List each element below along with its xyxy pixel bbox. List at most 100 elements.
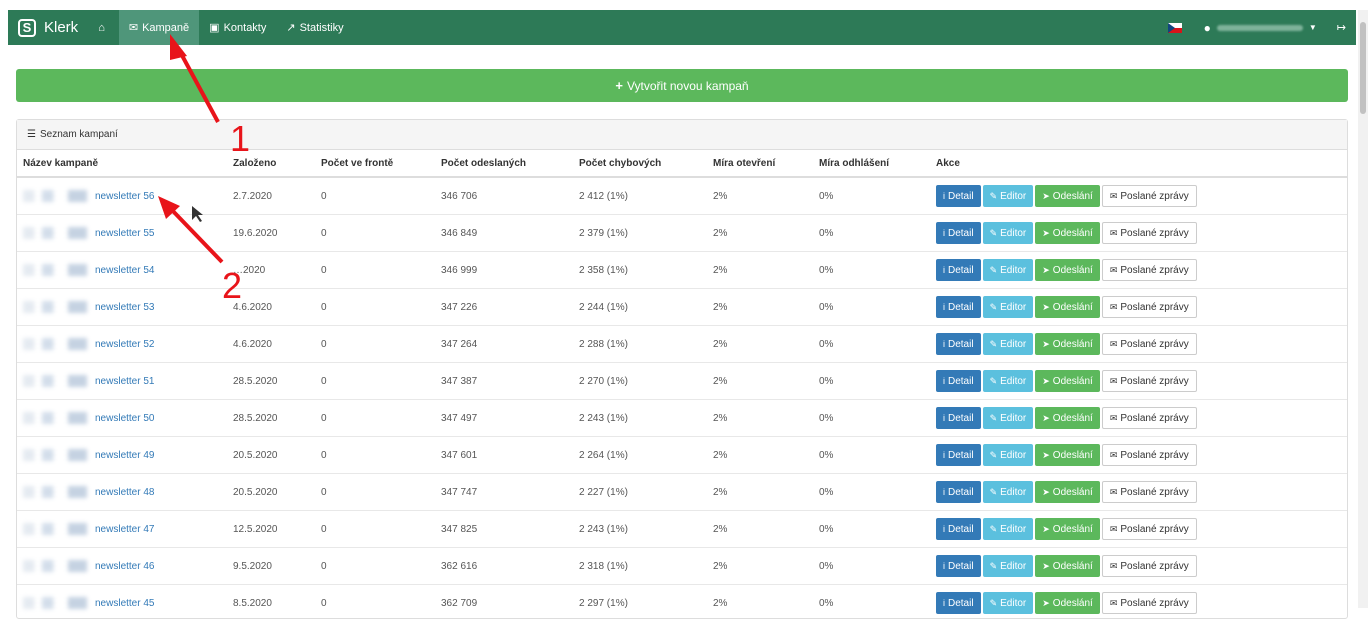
send-button[interactable]: ➤Odeslání xyxy=(1035,444,1100,466)
editor-button[interactable]: ✎Editor xyxy=(983,407,1034,429)
send-button[interactable]: ➤Odeslání xyxy=(1035,592,1100,614)
detail-button[interactable]: iDetail xyxy=(936,518,981,540)
detail-button[interactable]: iDetail xyxy=(936,222,981,244)
campaign-name-link[interactable]: newsletter 52 xyxy=(95,339,154,350)
user-menu[interactable]: ● ▼ xyxy=(1204,21,1317,35)
actions-cell: iDetail✎Editor➤Odeslání✉Poslané zprávy xyxy=(930,474,1347,511)
detail-button[interactable]: iDetail xyxy=(936,407,981,429)
send-button[interactable]: ➤Odeslání xyxy=(1035,370,1100,392)
czech-flag-icon[interactable] xyxy=(1168,23,1182,33)
send-button[interactable]: ➤Odeslání xyxy=(1035,333,1100,355)
editor-button[interactable]: ✎Editor xyxy=(983,444,1034,466)
sent-messages-button[interactable]: ✉Poslané zprávy xyxy=(1102,333,1197,355)
column-header[interactable]: Název kampaně xyxy=(17,150,227,177)
sent-messages-button[interactable]: ✉Poslané zprávy xyxy=(1102,481,1197,503)
sent-messages-button[interactable]: ✉Poslané zprávy xyxy=(1102,407,1197,429)
detail-button[interactable]: iDetail xyxy=(936,592,981,614)
editor-button[interactable]: ✎Editor xyxy=(983,481,1034,503)
home-icon: ⌂ xyxy=(98,22,105,34)
table-row: newsletter 5128.5.20200347 3872 270 (1%)… xyxy=(17,363,1347,400)
campaign-name-link[interactable]: newsletter 49 xyxy=(95,450,154,461)
detail-button[interactable]: iDetail xyxy=(936,185,981,207)
detail-button[interactable]: iDetail xyxy=(936,444,981,466)
campaign-name-link[interactable]: newsletter 56 xyxy=(95,191,154,202)
open-rate: 2% xyxy=(707,437,813,474)
send-button[interactable]: ➤Odeslání xyxy=(1035,259,1100,281)
campaign-name-link[interactable]: newsletter 46 xyxy=(95,561,154,572)
send-button[interactable]: ➤Odeslání xyxy=(1035,407,1100,429)
brand[interactable]: S Klerk xyxy=(8,10,88,45)
paper-plane-icon: ➤ xyxy=(1042,487,1050,497)
column-header[interactable]: Míra odhlášení xyxy=(813,150,930,177)
paper-plane-icon: ➤ xyxy=(1042,524,1050,534)
scrollbar-thumb[interactable] xyxy=(1360,22,1366,114)
pencil-icon: ✎ xyxy=(990,265,998,275)
created-date: …2020 xyxy=(227,252,315,289)
detail-button[interactable]: iDetail xyxy=(936,370,981,392)
campaign-name-cell: newsletter 51 xyxy=(17,363,227,400)
campaign-list-panel: ☰ Seznam kampaní Název kampaně Založeno … xyxy=(16,119,1348,619)
sent-messages-label: Poslané zprávy xyxy=(1120,561,1188,572)
campaign-name-link[interactable]: newsletter 48 xyxy=(95,487,154,498)
column-header[interactable]: Počet chybových xyxy=(573,150,707,177)
queue-count: 0 xyxy=(315,252,435,289)
sent-count: 347 747 xyxy=(435,474,573,511)
detail-button[interactable]: iDetail xyxy=(936,481,981,503)
column-header[interactable]: Míra otevření xyxy=(707,150,813,177)
nav-home[interactable]: ⌂ xyxy=(88,10,119,45)
editor-button[interactable]: ✎Editor xyxy=(983,296,1034,318)
editor-button[interactable]: ✎Editor xyxy=(983,259,1034,281)
sent-messages-button[interactable]: ✉Poslané zprávy xyxy=(1102,296,1197,318)
created-date: 2.7.2020 xyxy=(227,177,315,215)
actions-cell: iDetail✎Editor➤Odeslání✉Poslané zprávy xyxy=(930,511,1347,548)
send-button[interactable]: ➤Odeslání xyxy=(1035,222,1100,244)
sent-messages-button[interactable]: ✉Poslané zprávy xyxy=(1102,555,1197,577)
sent-messages-button[interactable]: ✉Poslané zprávy xyxy=(1102,370,1197,392)
campaign-name-link[interactable]: newsletter 53 xyxy=(95,302,154,313)
sent-messages-button[interactable]: ✉Poslané zprávy xyxy=(1102,185,1197,207)
editor-button[interactable]: ✎Editor xyxy=(983,518,1034,540)
nav-item-campaigns[interactable]: ✉ Kampaně xyxy=(119,10,199,45)
detail-button[interactable]: iDetail xyxy=(936,296,981,318)
actions-cell: iDetail✎Editor➤Odeslání✉Poslané zprávy xyxy=(930,326,1347,363)
sent-messages-button[interactable]: ✉Poslané zprávy xyxy=(1102,444,1197,466)
editor-label: Editor xyxy=(1000,191,1026,202)
sent-messages-button[interactable]: ✉Poslané zprávy xyxy=(1102,222,1197,244)
column-header[interactable]: Založeno xyxy=(227,150,315,177)
send-button[interactable]: ➤Odeslání xyxy=(1035,555,1100,577)
sent-messages-button[interactable]: ✉Poslané zprávy xyxy=(1102,592,1197,614)
detail-button[interactable]: iDetail xyxy=(936,333,981,355)
editor-button[interactable]: ✎Editor xyxy=(983,555,1034,577)
send-button[interactable]: ➤Odeslání xyxy=(1035,185,1100,207)
column-header[interactable]: Počet odeslaných xyxy=(435,150,573,177)
detail-button[interactable]: iDetail xyxy=(936,259,981,281)
send-button[interactable]: ➤Odeslání xyxy=(1035,481,1100,503)
send-button[interactable]: ➤Odeslání xyxy=(1035,296,1100,318)
campaign-name-link[interactable]: newsletter 55 xyxy=(95,228,154,239)
sent-messages-button[interactable]: ✉Poslané zprávy xyxy=(1102,259,1197,281)
logout-icon[interactable]: ↦ xyxy=(1337,21,1346,34)
error-count: 2 243 (1%) xyxy=(573,400,707,437)
campaign-name-link[interactable]: newsletter 45 xyxy=(95,598,154,609)
send-button[interactable]: ➤Odeslání xyxy=(1035,518,1100,540)
editor-button[interactable]: ✎Editor xyxy=(983,333,1034,355)
column-header[interactable]: Počet ve frontě xyxy=(315,150,435,177)
editor-button[interactable]: ✎Editor xyxy=(983,222,1034,244)
nav-item-statistics[interactable]: ↗ Statistiky xyxy=(276,10,353,45)
editor-button[interactable]: ✎Editor xyxy=(983,592,1034,614)
campaign-name-link[interactable]: newsletter 54 xyxy=(95,265,154,276)
table-body: newsletter 562.7.20200346 7062 412 (1%)2… xyxy=(17,177,1347,621)
campaign-name-link[interactable]: newsletter 50 xyxy=(95,413,154,424)
editor-button[interactable]: ✎Editor xyxy=(983,370,1034,392)
page-scrollbar[interactable] xyxy=(1358,10,1368,608)
open-rate: 2% xyxy=(707,177,813,215)
create-campaign-button[interactable]: + Vytvořit novou kampaň xyxy=(16,69,1348,102)
campaign-name-link[interactable]: newsletter 47 xyxy=(95,524,154,535)
send-label: Odeslání xyxy=(1053,561,1093,572)
nav-item-contacts[interactable]: ▣ Kontakty xyxy=(199,10,276,45)
campaign-name-link[interactable]: newsletter 51 xyxy=(95,376,154,387)
open-rate: 2% xyxy=(707,289,813,326)
detail-button[interactable]: iDetail xyxy=(936,555,981,577)
sent-messages-button[interactable]: ✉Poslané zprávy xyxy=(1102,518,1197,540)
editor-button[interactable]: ✎Editor xyxy=(983,185,1034,207)
